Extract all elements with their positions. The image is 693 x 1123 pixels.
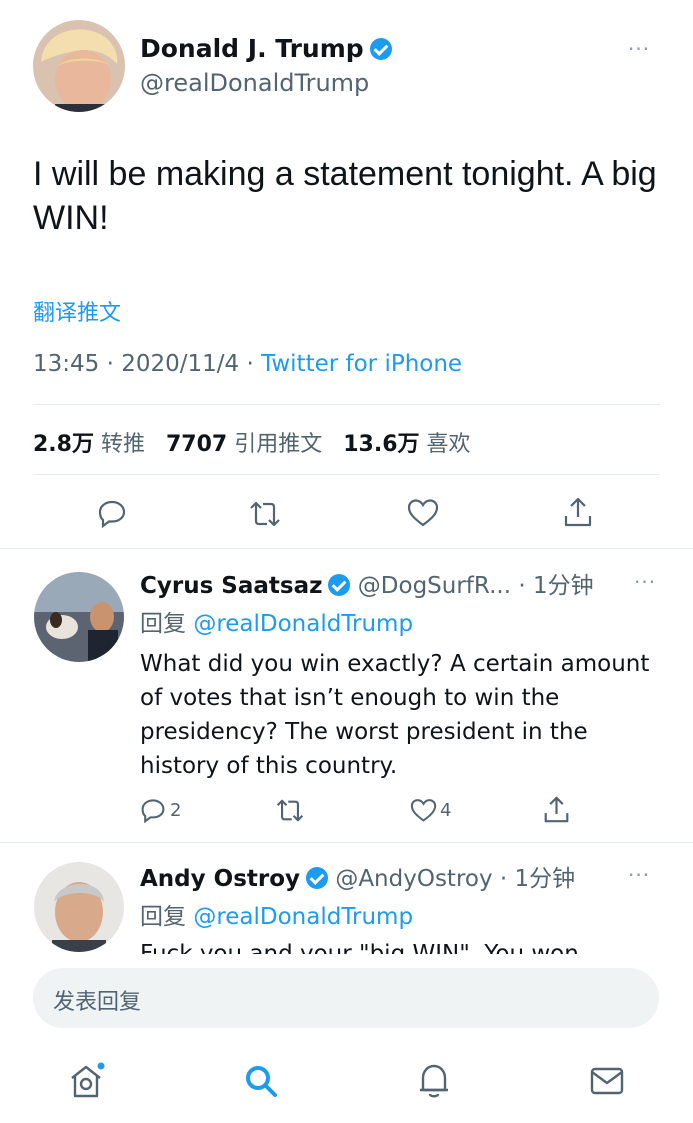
tweet-source-link[interactable]: Twitter for iPhone — [261, 351, 462, 377]
home-icon[interactable] — [68, 1062, 108, 1100]
reply-text: Fuck you and your "big WIN". You won — [140, 941, 579, 954]
author-avatar[interactable] — [33, 20, 125, 112]
share-icon[interactable] — [563, 496, 593, 528]
like-icon[interactable] — [407, 498, 439, 528]
replying-to-link[interactable]: @realDonaldTrump — [193, 904, 413, 930]
reply-icon[interactable] — [97, 498, 127, 528]
reply-author-name[interactable]: Andy Ostroy — [140, 866, 300, 892]
translate-tweet-link[interactable]: 翻译推文 — [33, 295, 121, 327]
tweet-date: 2020/11/4 — [121, 351, 240, 377]
reply-header: Andy Ostroy @AndyOstroy · 1分钟 — [140, 859, 575, 893]
tweet-timestamp: 13:45 · 2020/11/4 · Twitter for iPhone — [33, 351, 462, 377]
reply-time: · 1分钟 — [499, 866, 576, 892]
reply-text-clip: Fuck you and your "big WIN". You won — [140, 937, 670, 954]
replying-to: 回复 @realDonaldTrump — [140, 611, 414, 637]
notifications-icon[interactable] — [417, 1062, 451, 1100]
reply-author-handle[interactable]: @DogSurfR... — [358, 573, 511, 599]
share-icon[interactable] — [543, 795, 570, 824]
reply-author-handle[interactable]: @AndyOstroy — [335, 866, 492, 892]
replying-to-link[interactable]: @realDonaldTrump — [193, 611, 413, 637]
separator: · — [246, 351, 254, 377]
reply-input[interactable]: 发表回复 — [33, 968, 659, 1028]
reply-icon[interactable] — [140, 797, 166, 823]
search-icon[interactable] — [243, 1063, 279, 1099]
replying-to: 回复 @realDonaldTrump — [140, 904, 414, 930]
reply-count: 2 — [170, 800, 182, 821]
reply-text: What did you win exactly? A certain amou… — [140, 651, 650, 779]
like-icon[interactable] — [410, 798, 437, 823]
reply-avatar[interactable] — [34, 862, 124, 952]
verified-badge-icon — [328, 574, 351, 596]
more-options-icon[interactable]: ··· — [634, 570, 656, 594]
verified-badge-icon — [306, 867, 329, 889]
retweets-stat[interactable]: 2.8万 转推 — [33, 432, 145, 457]
tweet-text: I will be making a statement tonight. A … — [33, 155, 657, 237]
reply-avatar[interactable] — [34, 572, 124, 662]
messages-icon[interactable] — [589, 1066, 625, 1096]
more-options-icon[interactable]: ··· — [628, 37, 650, 61]
more-options-icon[interactable]: ··· — [628, 863, 650, 887]
likes-stat[interactable]: 13.6万 喜欢 — [343, 432, 470, 457]
separator: · — [106, 351, 114, 377]
retweet-icon[interactable] — [275, 798, 305, 823]
retweet-icon[interactable] — [248, 500, 282, 528]
tweet-stats: 2.8万 转推 7707 引用推文 13.6万 喜欢 — [33, 426, 471, 458]
author-handle[interactable]: @realDonaldTrump — [140, 69, 369, 97]
reply-header: Cyrus Saatsaz @DogSurfR... · 1分钟 — [140, 566, 594, 600]
like-count: 4 — [440, 800, 452, 821]
reply-time: · 1分钟 — [518, 573, 594, 599]
verified-badge-icon — [369, 38, 392, 60]
reply-author-name[interactable]: Cyrus Saatsaz — [140, 573, 322, 599]
author-name[interactable]: Donald J. Trump — [140, 34, 392, 63]
quotes-stat[interactable]: 7707 引用推文 — [166, 432, 322, 457]
tweet-time: 13:45 — [33, 351, 100, 377]
